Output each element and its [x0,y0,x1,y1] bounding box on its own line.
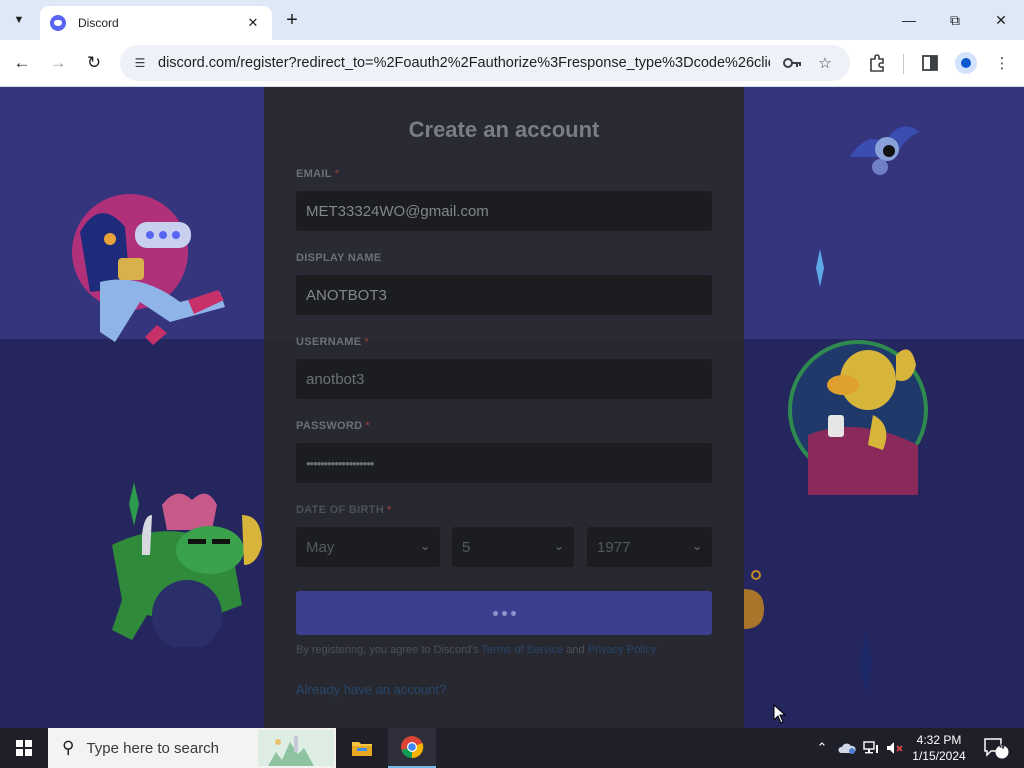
month-value: May [306,538,335,556]
terms-text: By registering, you agree to Discord's T… [296,644,657,656]
browser-toolbar: ← → ↻ ☰ discord.com/register?redirect_to… [0,40,1024,87]
notification-count: 4 [999,741,1005,751]
search-placeholder: Type here to search [86,739,220,757]
minimize-icon[interactable]: — [886,0,932,40]
tab-discord[interactable]: Discord ✕ [40,6,272,40]
network-icon[interactable] [860,728,882,768]
extensions-icon[interactable] [865,51,889,75]
page-title: Create an account [408,117,600,142]
month-select[interactable]: May ⌄ [296,527,440,567]
notification-center-icon[interactable]: 4 [978,728,1014,768]
bat-illustration [850,126,920,175]
required-marker: * [365,420,370,432]
day-select[interactable]: 5 ⌄ [452,527,574,567]
sparkle-decoration [816,249,824,287]
continue-button[interactable] [296,591,712,635]
email-label: EMAIL * [296,168,340,180]
required-marker: * [387,504,392,516]
close-icon[interactable]: ✕ [244,14,262,32]
url-text[interactable]: discord.com/register?redirect_to=%2Foaut… [158,55,770,71]
mouse-cursor-icon [773,704,787,724]
required-marker: * [364,336,369,348]
onedrive-icon[interactable] [836,728,858,768]
windows-taskbar: ⚲ Type here to search ⌃ 4:32 PM 1/15/202… [0,728,1024,768]
back-arrow-icon[interactable]: ← [7,48,37,78]
duck-illustration [788,340,928,495]
toolbar-divider [903,54,904,74]
windows-start-icon[interactable] [0,728,48,768]
username-field[interactable]: anotbot3 [296,359,712,399]
chevron-down-icon: ⌄ [553,539,564,553]
login-link[interactable]: Already have an account? [296,682,446,697]
tab-search-icon[interactable]: ▼ [6,7,32,33]
tab-strip: ▼ Discord ✕ + — ⧉ ✕ [0,0,1024,40]
register-modal: Create an account EMAIL * MET33324WO@gmai… [264,87,744,728]
chevron-up-icon[interactable]: ⌃ [812,728,832,768]
sparkle-decoration-dark [860,629,872,695]
discord-register-page: Create an account EMAIL * MET33324WO@gmai… [0,87,1024,728]
search-highlight-icon [258,730,334,766]
profile-icon[interactable] [955,52,977,74]
character-illustration [72,194,225,345]
key-ornament-illustration [744,570,764,629]
chrome-icon[interactable] [388,728,436,768]
tab-title: Discord [78,16,119,30]
plus-icon[interactable]: + [280,8,304,32]
restore-icon[interactable]: ⧉ [932,0,978,40]
kebab-menu-icon[interactable]: ⋮ [990,51,1014,75]
discord-icon [50,15,66,31]
chevron-down-icon: ⌄ [691,539,702,553]
day-value: 5 [462,538,471,556]
forward-arrow-icon[interactable]: → [43,48,73,78]
file-explorer-icon[interactable] [338,728,386,768]
email-field[interactable]: MET33324WO@gmail.com [296,191,712,231]
side-panel-icon[interactable] [918,51,942,75]
terms-of-service-link[interactable]: Terms of Service [481,644,563,656]
loading-dot [492,610,498,616]
year-value: 1977 [597,538,631,556]
display-name-field[interactable]: ANOTBOT3 [296,275,712,315]
site-info-icon[interactable]: ☰ [130,53,150,73]
password-field[interactable]: ••••••••••••••••••• [296,443,712,483]
password-label: PASSWORD * [296,420,370,432]
star-icon[interactable]: ☆ [815,53,835,73]
window-close-icon[interactable]: ✕ [978,0,1024,40]
date-of-birth-label: DATE OF BIRTH * [296,504,392,516]
loading-dot [510,610,516,616]
taskbar-search-box[interactable]: ⚲ Type here to search [48,728,336,768]
clock-time: 4:32 PM [916,733,962,747]
clock-date: 1/15/2024 [912,749,966,763]
system-clock[interactable]: 4:32 PM 1/15/2024 [906,732,972,764]
required-marker: * [334,168,340,180]
username-label: USERNAME * [296,336,369,348]
display-name-label: DISPLAY NAME [296,252,382,264]
search-icon: ⚲ [62,738,75,757]
address-bar[interactable]: ☰ discord.com/register?redirect_to=%2Foa… [120,45,850,81]
monster-illustration [112,493,262,647]
chevron-down-icon: ⌄ [419,539,430,553]
volume-muted-icon[interactable] [884,728,906,768]
loading-dot [501,610,507,616]
reload-icon[interactable]: ↻ [79,48,109,78]
key-icon[interactable] [782,53,802,73]
year-select[interactable]: 1977 ⌄ [587,527,712,567]
privacy-policy-link[interactable]: Privacy Policy [588,644,656,656]
